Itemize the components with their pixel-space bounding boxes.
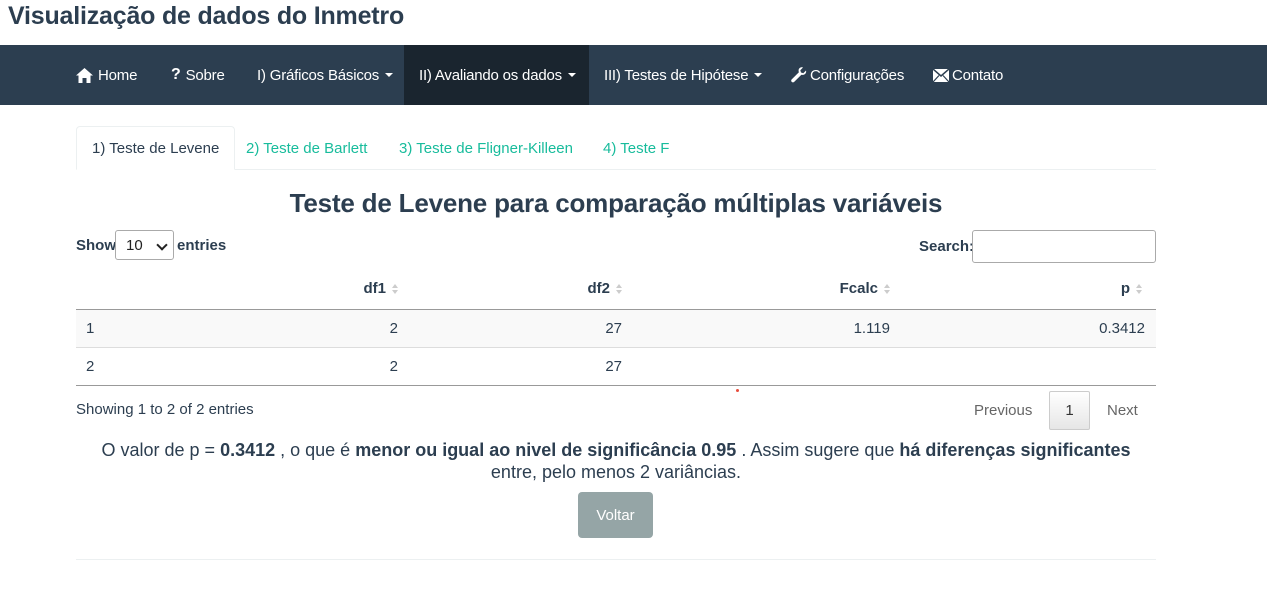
page-title: Teste de Levene para comparação múltipla… xyxy=(289,188,943,218)
column-header-df2[interactable]: df2 xyxy=(587,280,622,297)
previous-page-button[interactable]: Previous xyxy=(974,402,1032,419)
results-table: df1 df2 Fcalc p 1 2 27 1.119 0.3412 2 2 … xyxy=(76,270,1156,386)
sort-icon xyxy=(1136,283,1142,294)
column-header-df2-label: df2 xyxy=(587,280,611,297)
footer-divider xyxy=(76,559,1156,560)
nav-avaliando-dados[interactable]: II) Avaliando os dados xyxy=(404,45,589,105)
test-tabs: 1) Teste de Levene 2) Teste de Barlett 3… xyxy=(76,126,1156,170)
table-cell-df2: 27 xyxy=(605,320,622,337)
caret-down-icon xyxy=(567,73,576,77)
table-cell-fcalc: 1.119 xyxy=(853,320,890,337)
tab-teste-fligner-killeen[interactable]: 3) Teste de Fligner-Killeen xyxy=(399,126,573,170)
table-row: 2 2 27 xyxy=(76,348,1156,386)
app-title: Visualização de dados do Inmetro xyxy=(8,2,405,30)
nav-configuracoes-label: Configurações xyxy=(810,66,905,84)
nav-sobre-label: Sobre xyxy=(185,66,225,84)
nav-home-label: Home xyxy=(98,66,138,84)
table-cell-df1: 2 xyxy=(389,358,398,375)
marker-dot xyxy=(736,389,739,392)
sort-icon xyxy=(616,283,622,294)
caret-down-icon xyxy=(754,73,763,77)
nav-graficos-basicos[interactable]: I) Gráficos Básicos xyxy=(246,45,404,105)
search-input[interactable] xyxy=(972,230,1156,263)
home-icon xyxy=(76,67,93,83)
result-significance: menor ou igual ao nivel de significância… xyxy=(355,440,737,460)
sort-icon xyxy=(884,283,890,294)
column-header-p-label: p xyxy=(1120,280,1130,297)
nav-contato-label: Contato xyxy=(952,66,1004,84)
table-cell-df1: 2 xyxy=(389,320,398,337)
wrench-icon xyxy=(791,67,807,83)
entries-label: entries xyxy=(177,237,227,254)
back-button[interactable]: Voltar xyxy=(578,492,653,538)
result-text-part: . Assim sugere que xyxy=(736,440,900,460)
column-header-fcalc-label: Fcalc xyxy=(839,280,878,297)
column-header-p[interactable]: p xyxy=(1121,280,1142,297)
question-icon: ? xyxy=(171,66,181,83)
next-page-button[interactable]: Next xyxy=(1107,402,1138,419)
search-label: Search: xyxy=(919,238,975,255)
nav-avaliando-dados-label: II) Avaliando os dados xyxy=(419,66,562,84)
tab-teste-f[interactable]: 4) Teste F xyxy=(603,126,669,170)
result-text-part: , o que é xyxy=(275,440,356,460)
nav-testes-hipotese-label: III) Testes de Hipótese xyxy=(604,66,749,84)
result-p-value: 0.3412 xyxy=(220,440,276,460)
table-cell-row-name: 1 xyxy=(86,320,95,337)
show-label: Show xyxy=(76,237,116,254)
table-row: 1 2 27 1.119 0.3412 xyxy=(76,310,1156,348)
table-header: df1 df2 Fcalc p xyxy=(76,270,1156,310)
entries-select[interactable]: 10 xyxy=(115,230,174,260)
table-cell-df2: 27 xyxy=(605,358,622,375)
table-cell-p: 0.3412 xyxy=(1099,320,1145,337)
page-1-button[interactable]: 1 xyxy=(1049,391,1090,430)
result-conclusion: há diferenças significantes xyxy=(899,440,1131,460)
result-text-part: entre, pelo menos 2 variâncias. xyxy=(490,462,742,482)
chevron-down-icon xyxy=(156,239,168,251)
tab-teste-levene[interactable]: 1) Teste de Levene xyxy=(76,126,236,170)
result-text: O valor de p = 0.3412 , o que é menor ou… xyxy=(76,439,1156,483)
main-navbar: Home ? Sobre I) Gráficos Básicos II) Ava… xyxy=(0,45,1267,105)
tab-teste-barlett[interactable]: 2) Teste de Barlett xyxy=(246,126,367,170)
nav-contato[interactable]: Contato xyxy=(922,45,1014,105)
table-cell-row-name: 2 xyxy=(86,358,95,375)
nav-home[interactable]: Home xyxy=(65,45,148,105)
table-info: Showing 1 to 2 of 2 entries xyxy=(76,401,254,418)
nav-configuracoes[interactable]: Configurações xyxy=(780,45,915,105)
column-header-df1-label: df1 xyxy=(363,280,387,297)
column-header-df1[interactable]: df1 xyxy=(363,280,398,297)
column-header-fcalc[interactable]: Fcalc xyxy=(840,280,890,297)
envelope-icon xyxy=(933,68,949,82)
result-text-part: O valor de p = xyxy=(101,440,221,460)
entries-select-value: 10 xyxy=(126,236,143,254)
nav-graficos-basicos-label: I) Gráficos Básicos xyxy=(257,66,380,84)
caret-down-icon xyxy=(385,73,394,77)
nav-testes-hipotese[interactable]: III) Testes de Hipótese xyxy=(593,45,773,105)
sort-icon xyxy=(392,283,398,294)
nav-sobre[interactable]: ? Sobre xyxy=(160,45,236,105)
